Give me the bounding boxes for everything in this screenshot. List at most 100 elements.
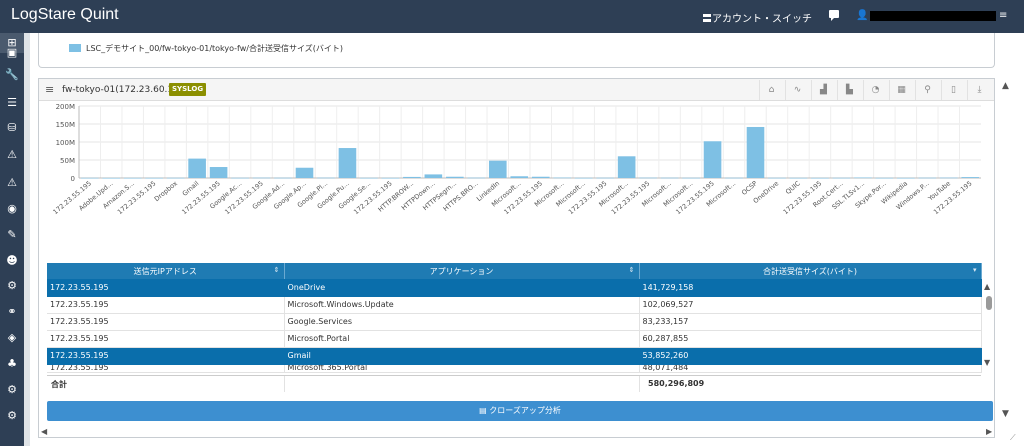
chart-bar [531, 176, 550, 178]
legend-label: LSC_デモサイト_00/fw-tokyo-01/tokyo-fw/合計送受信サ… [86, 44, 343, 53]
legend-swatch [69, 44, 81, 52]
chart-bar [403, 176, 421, 178]
panel-header: ≡ fw-tokyo-01(172.23.60.1) SYSLOG ⌂ ∿ ▟ … [39, 79, 994, 101]
cell-ip: 172.23.55.195 [47, 296, 285, 314]
legend-panel: LSC_デモサイト_00/fw-tokyo-01/tokyo-fw/合計送受信サ… [38, 33, 995, 68]
link-icon[interactable]: ⚭ [0, 302, 24, 322]
cell-app: OneDrive [284, 279, 640, 297]
user-menu-icon[interactable]: ≡ [999, 10, 1007, 21]
scroll-right-icon[interactable]: ▶ [986, 427, 992, 436]
menu-icon[interactable]: ≡ [45, 83, 54, 96]
y-tick-label: 100M [56, 139, 75, 147]
chart-bar [789, 177, 808, 179]
settings-icon[interactable]: ⚙ [0, 276, 24, 296]
horizontal-scrollbar[interactable]: ◀ ▶ [38, 427, 995, 437]
x-tick-label: QUIC [784, 179, 802, 196]
bar-chart-icon[interactable]: ▟ [811, 80, 835, 100]
header-label: 送信元IPアドレス [133, 266, 197, 276]
account-switch-link[interactable]: 〓アカウント・スイッチ [702, 10, 812, 25]
sitemap-icon[interactable]: ♣ [0, 354, 24, 374]
cell-size: 83,233,157 [639, 313, 982, 331]
cell-app: Gmail [284, 347, 640, 365]
cell-ip: 172.23.55.195 [47, 347, 285, 365]
scroll-thumb[interactable] [986, 296, 992, 310]
redacted-username [870, 11, 996, 21]
divider [639, 376, 640, 392]
sort-icon[interactable]: ▾ [973, 266, 977, 274]
chart-bar [274, 177, 292, 179]
table-total-row: 合計 580,296,809 [47, 375, 981, 392]
table-row[interactable]: 172.23.55.195 Gmail 53,852,260 [47, 347, 982, 365]
x-tick-label: 172.23.55.195 [932, 179, 974, 216]
cell-size: 53,852,260 [639, 347, 982, 365]
scroll-left-icon[interactable]: ◀ [41, 427, 47, 436]
closeup-analysis-button[interactable]: ▤ クローズアップ分析 [47, 401, 993, 421]
document-icon[interactable]: ▣ [0, 43, 24, 63]
chart-bar [317, 177, 335, 179]
chart-bar [939, 177, 958, 179]
users-icon[interactable]: ☻ [0, 251, 24, 271]
table-row[interactable]: 172.23.55.195 Microsoft.365.Portal 48,071,… [47, 364, 982, 373]
gears-icon[interactable]: ⚙ [0, 380, 24, 400]
chart-bar [446, 176, 464, 178]
sort-icon[interactable]: ⇕ [274, 266, 280, 274]
chart-bar [295, 167, 314, 178]
table-row[interactable]: 172.23.55.195 Microsoft.Windows.Update 102… [47, 296, 982, 314]
chart-bar [209, 167, 228, 178]
app-title[interactable]: LogStare Quint [11, 6, 119, 24]
table-row[interactable]: 172.23.55.195 OneDrive 141,729,158 [47, 279, 982, 297]
cell-ip: 172.23.55.195 [47, 364, 285, 373]
chart-bar [832, 177, 851, 179]
grid-icon[interactable]: ▦ [889, 80, 913, 100]
scroll-up-icon[interactable]: ▲ [984, 282, 990, 291]
table-row[interactable]: 172.23.55.195 Microsoft.Portal 60,287,855 [47, 330, 982, 348]
header-label: アプリケーション [429, 266, 494, 276]
chart-bar [467, 177, 486, 179]
page-scroll-up-icon[interactable]: ▲ [1002, 81, 1009, 91]
chart-icon: ▤ [479, 406, 490, 415]
stacked-bar-icon[interactable]: ▙ [837, 80, 861, 100]
table-row[interactable]: 172.23.55.195 Google.Services 83,233,157 [47, 313, 982, 331]
chart-bar [639, 177, 657, 179]
cell-app: Microsoft.365.Portal [284, 364, 640, 373]
main-content: LSC_デモサイト_00/fw-tokyo-01/tokyo-fw/合計送受信サ… [30, 33, 1024, 446]
file-icon[interactable]: ▯ [941, 80, 965, 100]
download-icon[interactable]: ⤓ [967, 80, 991, 100]
table-scrollbar[interactable]: ▲ ▼ [984, 282, 994, 372]
home-icon[interactable]: ⌂ [759, 80, 783, 100]
pie-chart-icon[interactable]: ◔ [863, 80, 887, 100]
chart-bar [553, 177, 572, 179]
chart-bar [682, 177, 700, 179]
chart-bar [231, 177, 249, 179]
sort-icon[interactable]: ⇕ [629, 266, 635, 274]
zoom-icon[interactable]: ⚲ [915, 80, 939, 100]
page-scroll-down-icon[interactable]: ▼ [1002, 409, 1009, 419]
y-tick-label: 200M [56, 103, 75, 111]
chat-icon[interactable] [829, 10, 839, 21]
chart-bar [660, 177, 679, 179]
header-total-size[interactable]: 合計送受信サイズ(バイト) ▾ [639, 263, 982, 279]
tool-icon[interactable]: ✎ [0, 225, 24, 245]
warning-icon[interactable]: ⚠ [0, 173, 24, 193]
chart-bar [725, 177, 743, 179]
closeup-label: クローズアップ分析 [489, 406, 561, 415]
user-icon: 👤 [856, 10, 869, 21]
database-icon[interactable]: ⛁ [0, 118, 24, 138]
y-tick-label: 50M [60, 157, 75, 165]
chart-bar [703, 141, 722, 178]
layers-icon[interactable]: ◈ [0, 328, 24, 348]
scroll-down-icon[interactable]: ▼ [984, 358, 990, 367]
cell-ip: 172.23.55.195 [47, 279, 285, 297]
header-application[interactable]: アプリケーション ⇕ [284, 263, 640, 279]
wrench-icon[interactable]: 🔧 [0, 65, 24, 85]
header-source-ip[interactable]: 送信元IPアドレス ⇕ [47, 263, 285, 279]
resize-handle-icon[interactable]: ⟋ [1010, 433, 1016, 443]
alert-icon[interactable]: ⚠ [0, 145, 24, 165]
cell-app: Microsoft.Windows.Update [284, 296, 640, 314]
chart-bar [746, 126, 765, 178]
syslog-badge: SYSLOG [169, 83, 207, 96]
gears-icon[interactable]: ⚙ [0, 406, 24, 426]
eye-icon[interactable]: ◉ [0, 199, 24, 219]
line-chart-icon[interactable]: ∿ [785, 80, 809, 100]
list-icon[interactable]: ☰ [0, 93, 24, 113]
